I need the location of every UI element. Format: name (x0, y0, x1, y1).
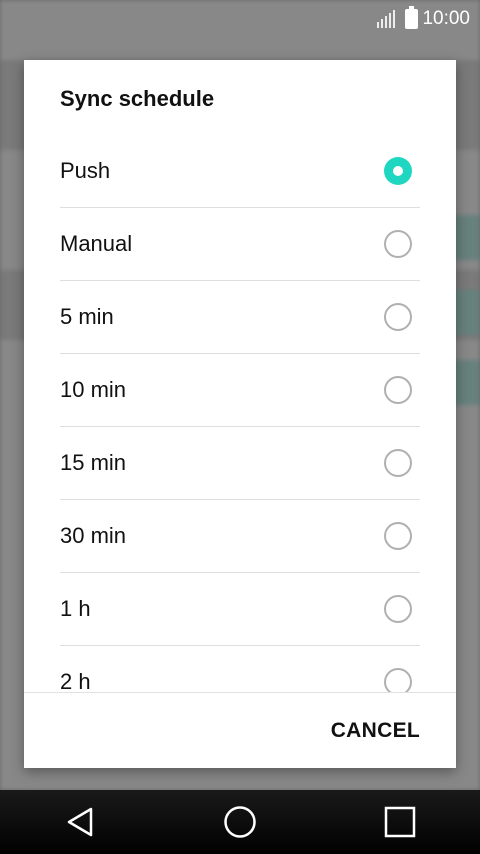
status-time: 10:00 (422, 8, 470, 29)
option-1-h[interactable]: 1 h (60, 573, 420, 646)
dialog-footer: CANCEL (24, 692, 456, 768)
home-button[interactable] (210, 792, 270, 852)
sync-schedule-dialog: Sync schedule Push Manual 5 min 10 min 1… (24, 60, 456, 768)
option-label: 1 h (60, 596, 91, 621)
home-icon (224, 806, 256, 838)
signal-icon (375, 10, 396, 28)
option-10-min[interactable]: 10 min (60, 354, 420, 427)
option-label: 10 min (60, 377, 127, 402)
option-30-min[interactable]: 30 min (60, 500, 420, 573)
radio-unselected-icon[interactable] (384, 449, 412, 477)
radio-unselected-icon[interactable] (384, 595, 412, 623)
option-2-h[interactable]: 2 h (60, 646, 420, 692)
back-button[interactable] (50, 792, 110, 852)
option-label: 2 h (60, 669, 91, 692)
status-bar: 10:00 (0, 0, 480, 38)
option-label: 5 min (60, 304, 114, 329)
radio-unselected-icon[interactable] (384, 522, 412, 550)
option-label: 30 min (60, 523, 127, 548)
battery-icon (405, 6, 419, 29)
option-label: Push (60, 158, 111, 183)
option-manual[interactable]: Manual (60, 208, 420, 281)
radio-unselected-icon[interactable] (384, 303, 412, 331)
radio-selected-icon[interactable] (384, 157, 412, 185)
option-15-min[interactable]: 15 min (60, 427, 420, 500)
recents-icon (384, 806, 416, 838)
radio-unselected-icon[interactable] (384, 376, 412, 404)
back-icon (67, 807, 93, 837)
dialog-title: Sync schedule (60, 86, 215, 111)
option-push[interactable]: Push (60, 135, 420, 208)
option-5-min[interactable]: 5 min (60, 281, 420, 354)
radio-unselected-icon[interactable] (384, 230, 412, 258)
radio-unselected-icon[interactable] (384, 668, 412, 692)
options-list[interactable]: Push Manual 5 min 10 min 15 min 30 min 1… (24, 135, 456, 692)
option-label: Manual (60, 231, 133, 256)
recents-button[interactable] (370, 792, 430, 852)
option-label: 15 min (60, 450, 127, 475)
navigation-bar (0, 790, 480, 854)
cancel-button[interactable]: CANCEL (331, 719, 420, 743)
